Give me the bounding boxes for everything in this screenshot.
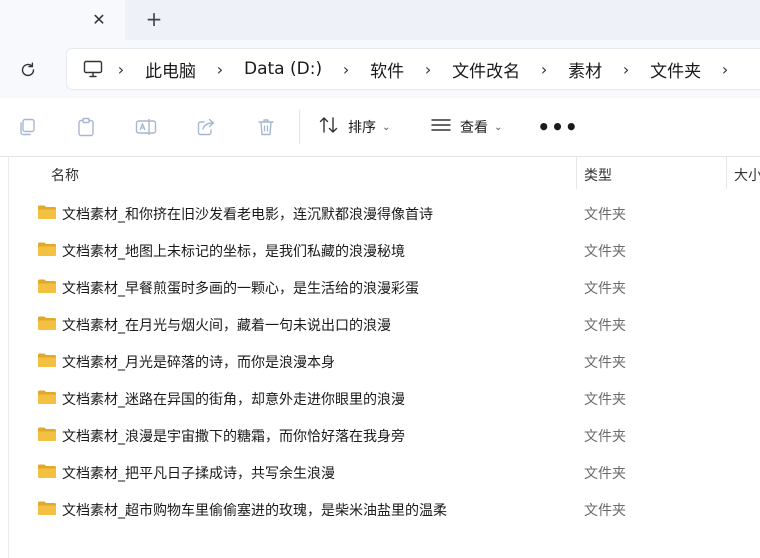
file-type: 文件夹	[584, 318, 626, 334]
list-item[interactable]: 文档素材_地图上未标记的坐标，是我们私藏的浪漫秘境 文件夹	[0, 231, 760, 268]
folder-icon	[38, 279, 56, 293]
chevron-right-icon[interactable]: ›	[111, 60, 131, 79]
column-type-header[interactable]: 类型	[584, 165, 612, 185]
breadcrumb-data-d[interactable]: Data (D:)	[236, 59, 330, 79]
list-item[interactable]: 文档素材_和你挤在旧沙发看老电影，连沉默都浪漫得像首诗 文件夹	[0, 194, 760, 231]
file-name: 文档素材_月光是碎落的诗，而你是浪漫本身	[62, 355, 335, 371]
column-size-header[interactable]: 大小	[734, 165, 760, 185]
file-type: 文件夹	[584, 244, 626, 260]
command-divider	[299, 110, 300, 144]
list-item[interactable]: 文档素材_把平凡日子揉成诗，共写余生浪漫 文件夹	[0, 453, 760, 490]
file-type: 文件夹	[584, 281, 626, 297]
file-name: 文档素材_超市购物车里偷偷塞进的玫瑰，是柴米油盐里的温柔	[62, 503, 447, 519]
chevron-down-icon: ⌄	[382, 121, 391, 133]
tab-current[interactable]: ✕	[0, 0, 125, 40]
chevron-right-icon[interactable]: ›	[210, 60, 230, 79]
delete-icon[interactable]	[255, 116, 277, 138]
sort-icon	[318, 115, 340, 139]
folder-icon	[38, 205, 56, 219]
folder-icon	[38, 464, 56, 478]
list-item[interactable]: 文档素材_在月光与烟火间，藏着一句未说出口的浪漫 文件夹	[0, 305, 760, 342]
more-icon[interactable]: •••	[537, 115, 577, 139]
tab-strip: ✕ +	[0, 0, 760, 40]
this-pc-icon[interactable]	[83, 59, 105, 79]
chevron-down-icon: ⌄	[494, 121, 503, 133]
plus-icon[interactable]: +	[142, 7, 166, 31]
chevron-right-icon[interactable]: ›	[418, 60, 438, 79]
chevron-right-icon[interactable]: ›	[616, 60, 636, 79]
file-name: 文档素材_迷路在异国的街角，却意外走进你眼里的浪漫	[62, 392, 405, 408]
folder-icon	[38, 242, 56, 256]
file-name: 文档素材_和你挤在旧沙发看老电影，连沉默都浪漫得像首诗	[62, 207, 433, 223]
file-type: 文件夹	[584, 503, 626, 519]
address-bar[interactable]: › 此电脑 › Data (D:) › 软件 › 文件改名 › 素材 › 文件夹…	[66, 48, 760, 90]
folder-icon	[38, 316, 56, 330]
list-item[interactable]: 文档素材_浪漫是宇宙撒下的糖霜，而你恰好落在我身旁 文件夹	[0, 416, 760, 453]
list-item[interactable]: 文档素材_早餐煎蛋时多画的一颗心，是生活给的浪漫彩蛋 文件夹	[0, 268, 760, 305]
column-header: 名称 类型 大小	[0, 157, 760, 189]
share-icon[interactable]	[195, 116, 217, 138]
column-divider[interactable]	[576, 157, 577, 189]
breadcrumb-folder[interactable]: 文件夹	[642, 57, 709, 82]
close-icon[interactable]: ✕	[88, 8, 110, 30]
file-name: 文档素材_早餐煎蛋时多画的一颗心，是生活给的浪漫彩蛋	[62, 281, 419, 297]
chevron-right-icon[interactable]: ›	[534, 60, 554, 79]
list-item[interactable]: 文档素材_月光是碎落的诗，而你是浪漫本身 文件夹	[0, 342, 760, 379]
column-divider[interactable]	[726, 157, 727, 189]
file-type: 文件夹	[584, 429, 626, 445]
file-list: 文档素材_和你挤在旧沙发看老电影，连沉默都浪漫得像首诗 文件夹 文档素材_地图上…	[0, 194, 760, 527]
folder-icon	[38, 390, 56, 404]
folder-icon	[38, 427, 56, 441]
refresh-icon[interactable]	[16, 58, 40, 82]
copy-icon[interactable]	[16, 116, 38, 138]
folder-icon	[38, 353, 56, 367]
file-type: 文件夹	[584, 355, 626, 371]
paste-icon[interactable]	[75, 116, 97, 138]
sort-button[interactable]: 排序 ⌄	[318, 115, 390, 139]
command-bar: 排序 ⌄ 查看 ⌄ •••	[0, 98, 760, 157]
view-icon	[430, 115, 452, 139]
list-item[interactable]: 文档素材_超市购物车里偷偷塞进的玫瑰，是柴米油盐里的温柔 文件夹	[0, 490, 760, 527]
file-name: 文档素材_浪漫是宇宙撒下的糖霜，而你恰好落在我身旁	[62, 429, 405, 445]
chevron-right-icon[interactable]: ›	[336, 60, 356, 79]
file-name: 文档素材_把平凡日子揉成诗，共写余生浪漫	[62, 466, 335, 482]
view-label: 查看	[460, 120, 488, 136]
chevron-right-icon[interactable]: ›	[715, 60, 735, 79]
file-type: 文件夹	[584, 466, 626, 482]
breadcrumb-file-rename[interactable]: 文件改名	[444, 57, 528, 82]
rename-icon[interactable]	[135, 116, 157, 138]
file-name: 文档素材_在月光与烟火间，藏着一句未说出口的浪漫	[62, 318, 391, 334]
column-name-header[interactable]: 名称	[51, 165, 79, 185]
breadcrumb-software[interactable]: 软件	[362, 57, 412, 82]
breadcrumb-this-pc[interactable]: 此电脑	[137, 57, 204, 82]
list-item[interactable]: 文档素材_迷路在异国的街角，却意外走进你眼里的浪漫 文件夹	[0, 379, 760, 416]
file-name: 文档素材_地图上未标记的坐标，是我们私藏的浪漫秘境	[62, 244, 405, 260]
breadcrumb-material[interactable]: 素材	[560, 57, 610, 82]
view-button[interactable]: 查看 ⌄	[430, 115, 502, 139]
folder-icon	[38, 501, 56, 515]
address-row: › 此电脑 › Data (D:) › 软件 › 文件改名 › 素材 › 文件夹…	[0, 40, 760, 98]
sort-label: 排序	[348, 120, 376, 136]
file-type: 文件夹	[584, 392, 626, 408]
file-type: 文件夹	[584, 207, 626, 223]
